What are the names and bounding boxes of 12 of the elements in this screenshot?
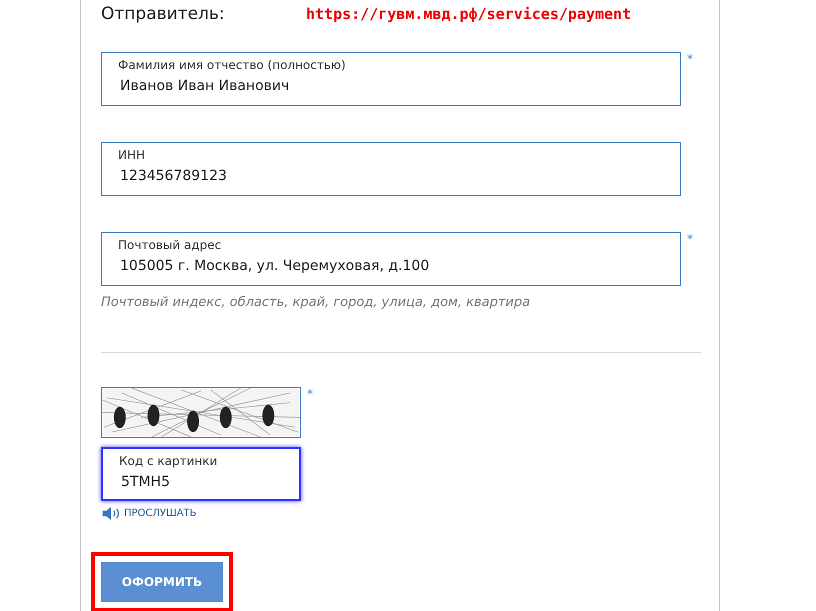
input-field[interactable]: Фамилия имя отчество (полностью) Иванов Иван Иванович — [101, 52, 681, 106]
speaker-icon — [101, 507, 121, 520]
url-annotation: https://гувм.мвд.рф/services/payment — [306, 5, 632, 23]
required-mark: * — [307, 387, 313, 401]
required-mark: * — [687, 232, 693, 246]
captcha-input-field[interactable]: Код с картинки 5TMH5 — [101, 447, 301, 501]
section-title: Отправитель: — [101, 4, 226, 24]
listen-link[interactable]: ПРОСЛУШАТЬ — [101, 507, 197, 520]
input-field[interactable]: ИНН 123456789123 — [101, 142, 681, 196]
required-mark: * — [687, 52, 693, 66]
input-field[interactable]: Почтовый адрес 105005 г. Москва, ул. Черемуховая, д.100 — [101, 232, 681, 286]
field-hint: Почтовый индекс, область, край, город, улица, дом, квартира — [101, 295, 532, 310]
